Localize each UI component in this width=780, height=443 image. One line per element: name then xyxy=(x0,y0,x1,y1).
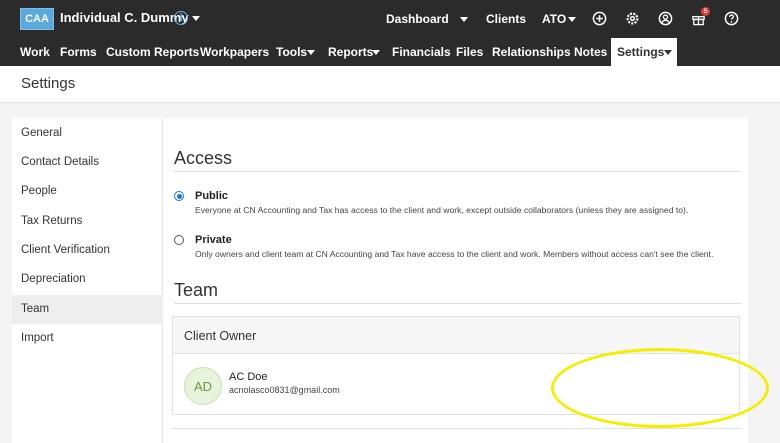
sidebar-item-import[interactable]: Import xyxy=(12,324,163,353)
gear-icon[interactable] xyxy=(625,11,640,31)
nav-item-tools[interactable]: Tools xyxy=(276,38,307,66)
sidebar-item-tax-returns[interactable]: Tax Returns xyxy=(12,207,163,236)
nav-item-reports[interactable]: Reports xyxy=(328,38,373,66)
nav-item-files[interactable]: Files xyxy=(456,38,483,66)
dashboard-menu[interactable]: Dashboard xyxy=(386,12,449,26)
public-option-label[interactable]: Public xyxy=(195,190,228,202)
nav-item-settings[interactable]: Settings xyxy=(611,38,677,66)
chevron-down-icon[interactable] xyxy=(460,17,468,22)
nav-item-settings-label: Settings xyxy=(617,45,665,59)
chevron-down-icon[interactable] xyxy=(192,16,200,21)
access-section-title: Access xyxy=(174,148,233,168)
ato-menu[interactable]: ATO xyxy=(542,12,566,26)
page-title: Settings xyxy=(21,75,76,92)
highlight-annotation xyxy=(551,348,769,428)
info-icon[interactable]: i xyxy=(174,11,188,25)
sidebar-item-client-verification[interactable]: Client Verification xyxy=(12,236,163,265)
avatar: AD xyxy=(184,367,222,405)
client-badge[interactable]: CAA xyxy=(20,8,54,30)
nav-item-custom-reports[interactable]: Custom Reports xyxy=(106,38,199,66)
private-option-description: Only owners and client team at CN Accoun… xyxy=(195,249,714,259)
public-radio[interactable] xyxy=(174,191,184,201)
owner-email: acnolasco0831@gmail.com xyxy=(229,385,340,395)
nav-item-work[interactable]: Work xyxy=(20,38,50,66)
divider xyxy=(174,171,741,172)
private-option-label[interactable]: Private xyxy=(195,234,232,246)
clients-menu[interactable]: Clients xyxy=(486,12,526,26)
user-circle-icon[interactable] xyxy=(658,11,673,31)
notification-count-badge: 5 xyxy=(701,7,710,16)
nav-item-workpapers[interactable]: Workpapers xyxy=(200,38,269,66)
team-section-title: Team xyxy=(174,280,219,300)
chevron-down-icon xyxy=(664,50,672,55)
chevron-down-icon[interactable] xyxy=(568,17,576,22)
private-radio[interactable] xyxy=(174,235,184,245)
nav-item-notes[interactable]: Notes xyxy=(574,38,607,66)
top-bar: CAA Individual C. Dummy i Dashboard Clie… xyxy=(0,0,780,38)
client-name[interactable]: Individual C. Dummy xyxy=(60,10,189,25)
help-icon[interactable] xyxy=(724,11,739,31)
chevron-down-icon[interactable] xyxy=(307,50,315,55)
divider xyxy=(174,303,741,304)
sidebar-item-people[interactable]: People xyxy=(12,177,163,206)
public-option-description: Everyone at CN Accounting and Tax has ac… xyxy=(195,205,689,215)
divider xyxy=(172,428,740,429)
page-header: Settings xyxy=(0,66,780,103)
chevron-down-icon[interactable] xyxy=(372,50,380,55)
client-owner-heading: Client Owner xyxy=(184,329,257,343)
main-nav: Work Forms Custom Reports Workpapers Too… xyxy=(0,38,780,66)
nav-item-financials[interactable]: Financials xyxy=(392,38,451,66)
sidebar-item-team[interactable]: Team xyxy=(12,295,163,324)
sidebar-item-contact-details[interactable]: Contact Details xyxy=(12,148,163,177)
nav-item-forms[interactable]: Forms xyxy=(60,38,97,66)
settings-sidebar: General Contact Details People Tax Retur… xyxy=(12,118,163,443)
sidebar-item-general[interactable]: General xyxy=(12,119,163,148)
owner-name: AC Doe xyxy=(229,371,268,383)
nav-item-relationships[interactable]: Relationships xyxy=(492,38,571,66)
sidebar-item-depreciation[interactable]: Depreciation xyxy=(12,265,163,294)
plus-circle-icon[interactable] xyxy=(592,11,607,31)
